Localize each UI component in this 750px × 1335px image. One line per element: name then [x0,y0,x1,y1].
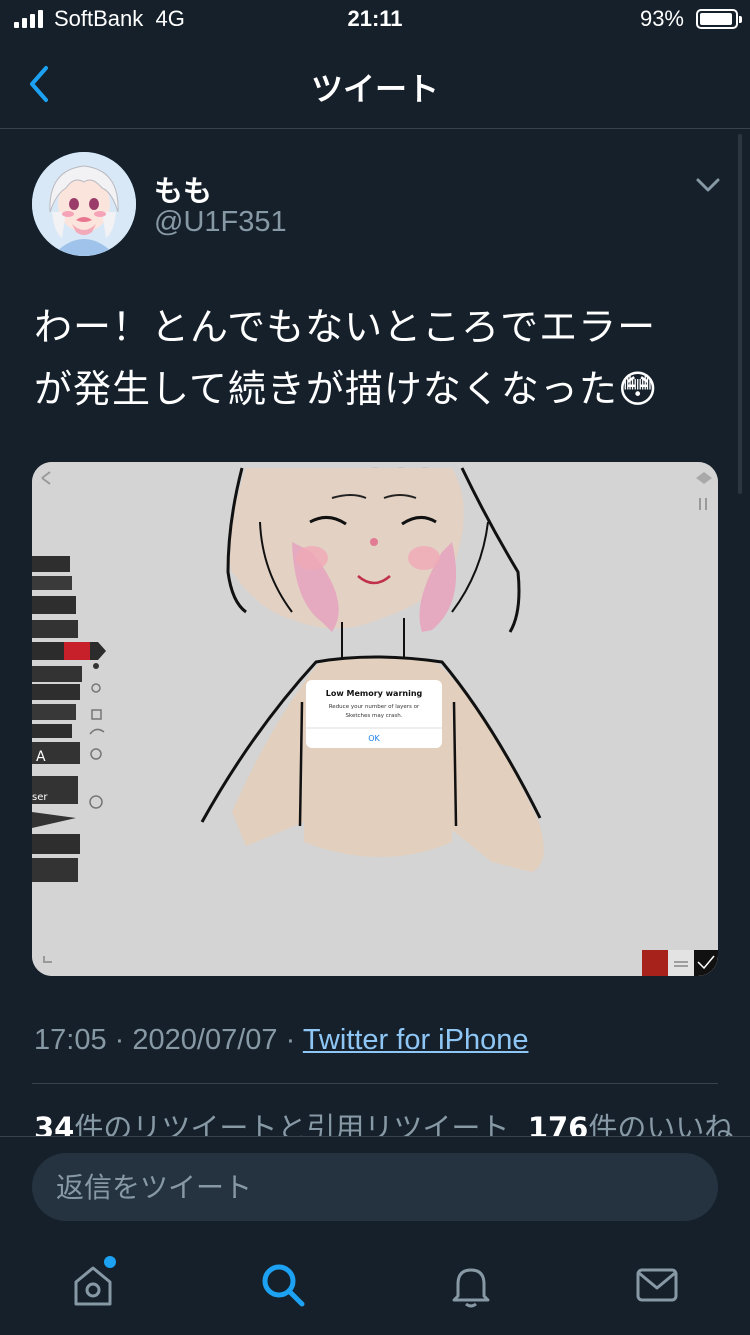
meta-separator: · [114,1024,125,1056]
search-icon[interactable] [258,1260,308,1310]
battery-percent: 93% [639,6,684,31]
text-tool-label: A [36,749,46,765]
eraser-label: ser [32,792,48,803]
tweet-timestamp: 17:05 · 2020/07/07 · Twitter for iPhone [34,1024,528,1057]
tweet-image[interactable]: A ser Low Memory warning Reduce your num… [32,462,718,976]
tweet-text-line: が発生して続きが描けなくなった😳 [34,367,659,411]
tab-bar [0,1242,750,1334]
status-bar: SoftBank 4G 21:11 93% [0,0,750,40]
reply-input[interactable] [32,1153,718,1221]
messages-icon[interactable] [632,1260,682,1310]
tweet-text-line: わー！とんでもないところでエラー [34,305,657,349]
page-title: ツイート [310,70,439,108]
tweet-date: 2020/07/07 [132,1024,278,1056]
battery-icon [696,9,742,29]
tweet-source-link[interactable]: Twitter for iPhone [303,1024,529,1056]
dialog-message: Reduce your number of layers or [329,704,420,710]
avatar[interactable] [32,152,136,256]
status-time: 21:11 [347,6,403,31]
meta-separator: · [285,1024,296,1056]
tweet-text: わー！とんでもないところでエラー が発生して続きが描けなくなった😳 [34,296,724,420]
tweet-time: 17:05 [34,1024,107,1056]
dialog-title: Low Memory warning [326,689,423,698]
notification-dot [104,1256,116,1268]
author-handle[interactable]: @U1F351 [154,206,287,239]
dialog-ok-button: OK [368,734,380,743]
author-name[interactable]: もも [154,168,212,210]
divider [32,1083,718,1084]
nav-bar: ツイート [0,40,750,129]
notifications-icon[interactable] [446,1260,496,1310]
chevron-down-icon[interactable] [694,174,722,196]
dialog-message: Sketches may crash. [345,713,402,719]
scrollbar[interactable] [738,134,742,494]
